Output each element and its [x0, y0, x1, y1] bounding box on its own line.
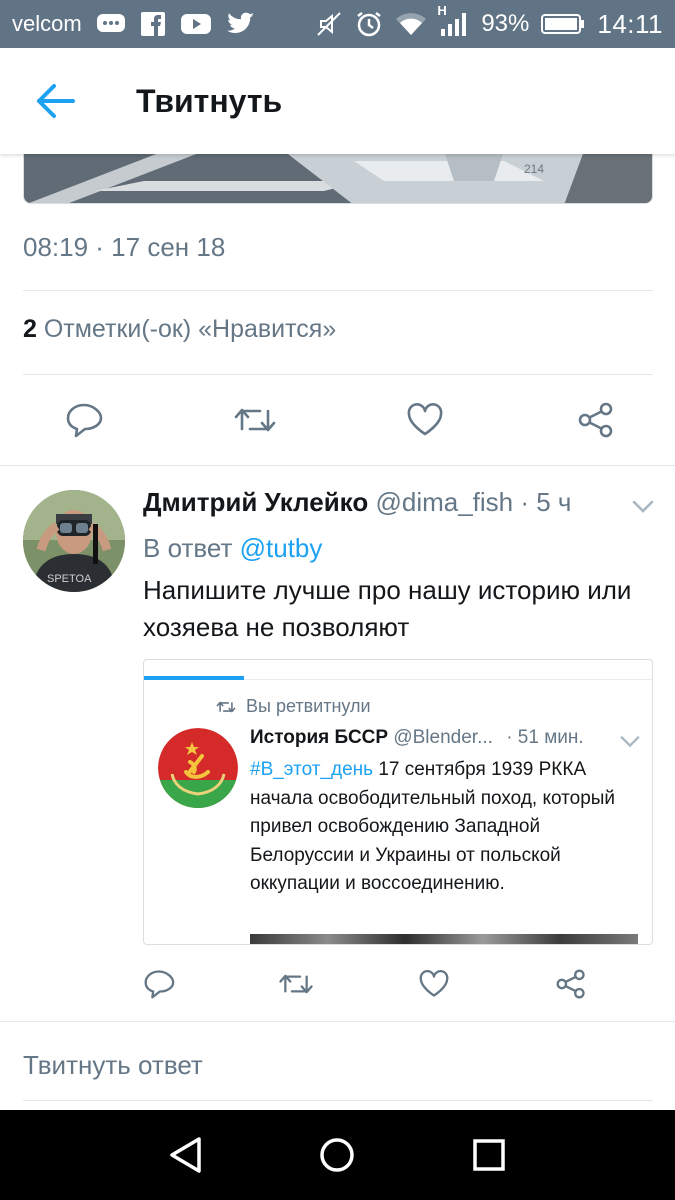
battery-icon [541, 12, 585, 36]
likes-label: Отметки(-ок) «Нравится» [36, 315, 337, 343]
svg-text:SPETOA: SPETOA [47, 573, 92, 585]
section-divider [0, 1021, 675, 1022]
avatar[interactable]: SPETOA [23, 490, 125, 592]
reply-tweet-header: Дмитрий Уклейко @dima_fish · 5 ч [143, 487, 613, 518]
retweeted-label: Вы ретвитнули [246, 696, 371, 716]
alarm-icon [355, 10, 383, 38]
retweeted-indicator: Вы ретвитнули [216, 696, 371, 717]
nav-recents-button[interactable] [454, 1120, 524, 1190]
back-button[interactable] [0, 48, 112, 154]
tweet-timestamp: 08:19 · 17 сен 18 [23, 232, 226, 262]
quoted-author-handle: @Blender... [393, 727, 493, 748]
share-icon [556, 969, 585, 999]
likes-count: 2 [23, 315, 37, 343]
quoted-photo [250, 934, 638, 944]
tweet-text: Напишите лучше про нашу историю или хозя… [143, 575, 632, 642]
wifi-icon [395, 11, 427, 37]
chevron-down-icon [620, 736, 640, 748]
system-nav-bar [0, 1110, 675, 1200]
author-handle[interactable]: @dima_fish [375, 487, 513, 517]
author-name[interactable]: Дмитрий Уклейко [143, 487, 368, 517]
retweet-button[interactable] [252, 956, 340, 1012]
main-tweet-actions [40, 392, 640, 448]
svg-text:214: 214 [524, 162, 544, 176]
reply-icon [66, 403, 103, 438]
likes-summary[interactable]: 2 Отметки(-ок) «Нравится» [23, 315, 336, 344]
network-type-label: H [437, 3, 447, 18]
arrow-left-icon [37, 84, 75, 118]
reply-icon [144, 970, 175, 999]
reply-button[interactable] [40, 392, 128, 448]
clock: 14:11 [597, 8, 663, 39]
chat-icon [96, 12, 126, 36]
compose-underline [23, 1100, 653, 1101]
reply-compose-field[interactable]: Твитнуть ответ [23, 1050, 203, 1081]
share-button[interactable] [552, 392, 640, 448]
retweet-icon [279, 974, 314, 994]
triangle-back-icon [170, 1137, 201, 1173]
page-title: Твитнуть [136, 82, 283, 119]
heart-icon [407, 403, 443, 436]
heart-icon [419, 970, 449, 997]
tweet-media-image[interactable]: 214 [23, 150, 653, 204]
retweet-icon [216, 701, 236, 712]
reply-mention-link[interactable]: @tutby [240, 533, 323, 563]
quoted-tweet-text: #В_этот_день 17 сентября 1939 РККА начал… [250, 756, 642, 899]
quoted-tweet-age: · 51 мин. [506, 727, 584, 748]
share-icon [578, 402, 613, 438]
like-button[interactable] [390, 956, 478, 1012]
reply-context: В ответ @tutby [143, 533, 322, 564]
facebook-icon [140, 11, 166, 37]
circle-home-icon [320, 1138, 355, 1172]
divider [23, 374, 653, 375]
tweet-age: · 5 ч [513, 487, 572, 517]
avatar [158, 728, 238, 808]
divider [23, 290, 653, 291]
section-divider [0, 465, 675, 466]
attached-image[interactable]: Вы ретвитнули История БССР @Blender... ·… [143, 659, 653, 945]
youtube-icon [180, 12, 212, 36]
signal-icon: H [437, 3, 469, 37]
reply-tweet-actions [115, 956, 615, 1012]
reply-prefix: В ответ [143, 533, 240, 563]
mute-icon [315, 10, 343, 38]
quoted-tweet-header: История БССР @Blender... · 51 мин. [250, 727, 610, 749]
retweet-button[interactable] [211, 392, 299, 448]
chevron-down-icon [632, 500, 654, 513]
battery-percent: 93% [481, 10, 530, 37]
tweet-menu-button[interactable] [628, 495, 658, 519]
status-bar: velcom H 93% 14:11 [0, 0, 675, 48]
nav-back-button[interactable] [151, 1120, 221, 1190]
like-button[interactable] [381, 392, 469, 448]
twitter-icon [226, 11, 256, 37]
retweet-icon [234, 408, 275, 432]
image-tab-bar [144, 660, 652, 680]
app-header: Твитнуть [0, 48, 675, 154]
share-button[interactable] [527, 956, 615, 1012]
hashtag: #В_этот_день [250, 759, 374, 780]
carrier-label: velcom [12, 11, 82, 36]
reply-button[interactable] [115, 956, 203, 1012]
quoted-author-name: История БССР [250, 727, 389, 748]
nav-home-button[interactable] [302, 1120, 372, 1190]
square-recents-icon [473, 1139, 505, 1171]
